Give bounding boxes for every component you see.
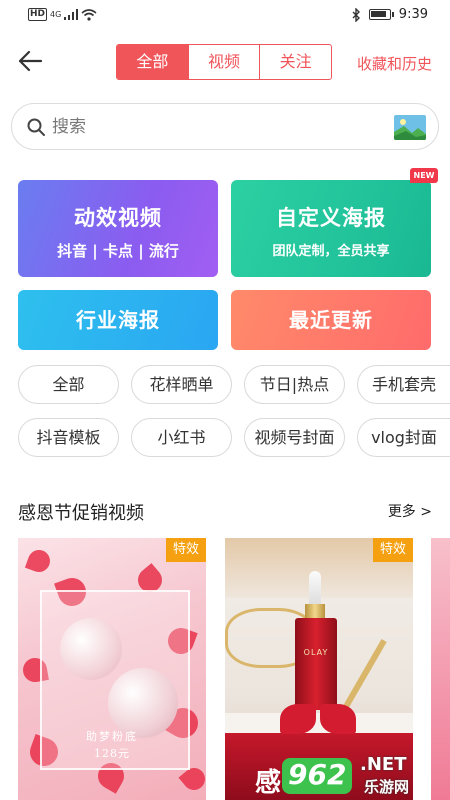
chip-xiaohongshu[interactable]: 小红书 bbox=[131, 418, 232, 457]
pedestal-shape bbox=[225, 713, 413, 733]
card-recent-updates[interactable]: 最近更新 bbox=[231, 290, 431, 350]
tab-all[interactable]: 全部 bbox=[117, 45, 189, 79]
clock: 9:39 bbox=[398, 7, 428, 22]
back-arrow-icon[interactable] bbox=[16, 47, 44, 75]
effect-tag: 特效 bbox=[166, 538, 206, 562]
serum-bottle-shape bbox=[295, 618, 337, 710]
bow-shape bbox=[280, 704, 316, 734]
chip-douyin-template[interactable]: 抖音模板 bbox=[18, 418, 119, 457]
product-price: 128元 bbox=[94, 747, 130, 760]
tab-follow[interactable]: 关注 bbox=[260, 45, 331, 79]
bow-shape bbox=[320, 704, 356, 734]
status-right: 9:39 bbox=[352, 7, 428, 22]
card-motion-video-subtitle: 抖音 | 卡点 | 流行 bbox=[57, 242, 179, 260]
watermark-suffix: .NET bbox=[360, 754, 407, 775]
watermark-sub: 乐游网 bbox=[364, 778, 410, 796]
chip-vlog-cover[interactable]: vlog封面 bbox=[357, 418, 450, 457]
more-link[interactable]: 更多 > bbox=[388, 501, 432, 521]
chip-all[interactable]: 全部 bbox=[18, 365, 119, 404]
compact-case-shape bbox=[60, 618, 122, 680]
image-search-icon[interactable] bbox=[394, 115, 426, 140]
card-motion-video[interactable]: 动效视频 抖音 | 卡点 | 流行 bbox=[18, 180, 218, 277]
chip-channels-cover[interactable]: 视频号封面 bbox=[244, 418, 345, 457]
card-recent-updates-title: 最近更新 bbox=[289, 308, 373, 332]
chip-phone-case[interactable]: 手机套壳 bbox=[357, 365, 450, 404]
chip-holiday-hot[interactable]: 节日|热点 bbox=[244, 365, 345, 404]
bottle-brand: OLAY bbox=[303, 648, 329, 657]
card-custom-poster-subtitle: 团队定制，全员共享 bbox=[272, 244, 390, 259]
header: 全部 视频 关注 收藏和历史 bbox=[0, 32, 450, 92]
status-bar: HD 4G 9:39 bbox=[0, 0, 450, 32]
tab-video[interactable]: 视频 bbox=[189, 45, 261, 79]
search-icon bbox=[27, 118, 45, 136]
card-custom-poster-title: 自定义海报 bbox=[276, 206, 386, 230]
bluetooth-icon bbox=[352, 7, 360, 22]
section-title: 感恩节促销视频 bbox=[18, 503, 144, 524]
petal-shape bbox=[24, 546, 54, 576]
battery-icon bbox=[368, 9, 394, 20]
wifi-icon bbox=[81, 8, 97, 21]
search-input[interactable] bbox=[52, 116, 372, 137]
product-caption: 助梦粉底 bbox=[86, 730, 138, 743]
effect-tag: 特效 bbox=[373, 538, 413, 562]
dropper-cap-shape bbox=[309, 571, 321, 605]
watermark-number: 962 bbox=[288, 758, 347, 791]
search-bar[interactable] bbox=[11, 103, 439, 150]
hd-indicator: HD bbox=[28, 8, 48, 21]
signal-icon bbox=[64, 9, 79, 20]
card-motion-video-title: 动效视频 bbox=[74, 206, 162, 230]
tab-switcher: 全部 视频 关注 bbox=[116, 44, 332, 80]
card-industry-poster-title: 行业海报 bbox=[76, 308, 160, 332]
card-custom-poster[interactable]: 自定义海报 团队定制，全员共享 bbox=[231, 180, 431, 277]
favorites-history-link[interactable]: 收藏和历史 bbox=[357, 53, 432, 74]
network-indicator: 4G bbox=[50, 10, 62, 19]
card-industry-poster[interactable]: 行业海报 bbox=[18, 290, 218, 350]
site-watermark: 962 .NET 乐游网 bbox=[282, 754, 442, 796]
template-tile[interactable]: 助梦粉底 128元 特效 bbox=[18, 538, 206, 800]
new-badge: NEW bbox=[410, 168, 438, 183]
status-left: HD 4G bbox=[28, 8, 97, 21]
chip-order-showcase[interactable]: 花样晒单 bbox=[131, 365, 232, 404]
